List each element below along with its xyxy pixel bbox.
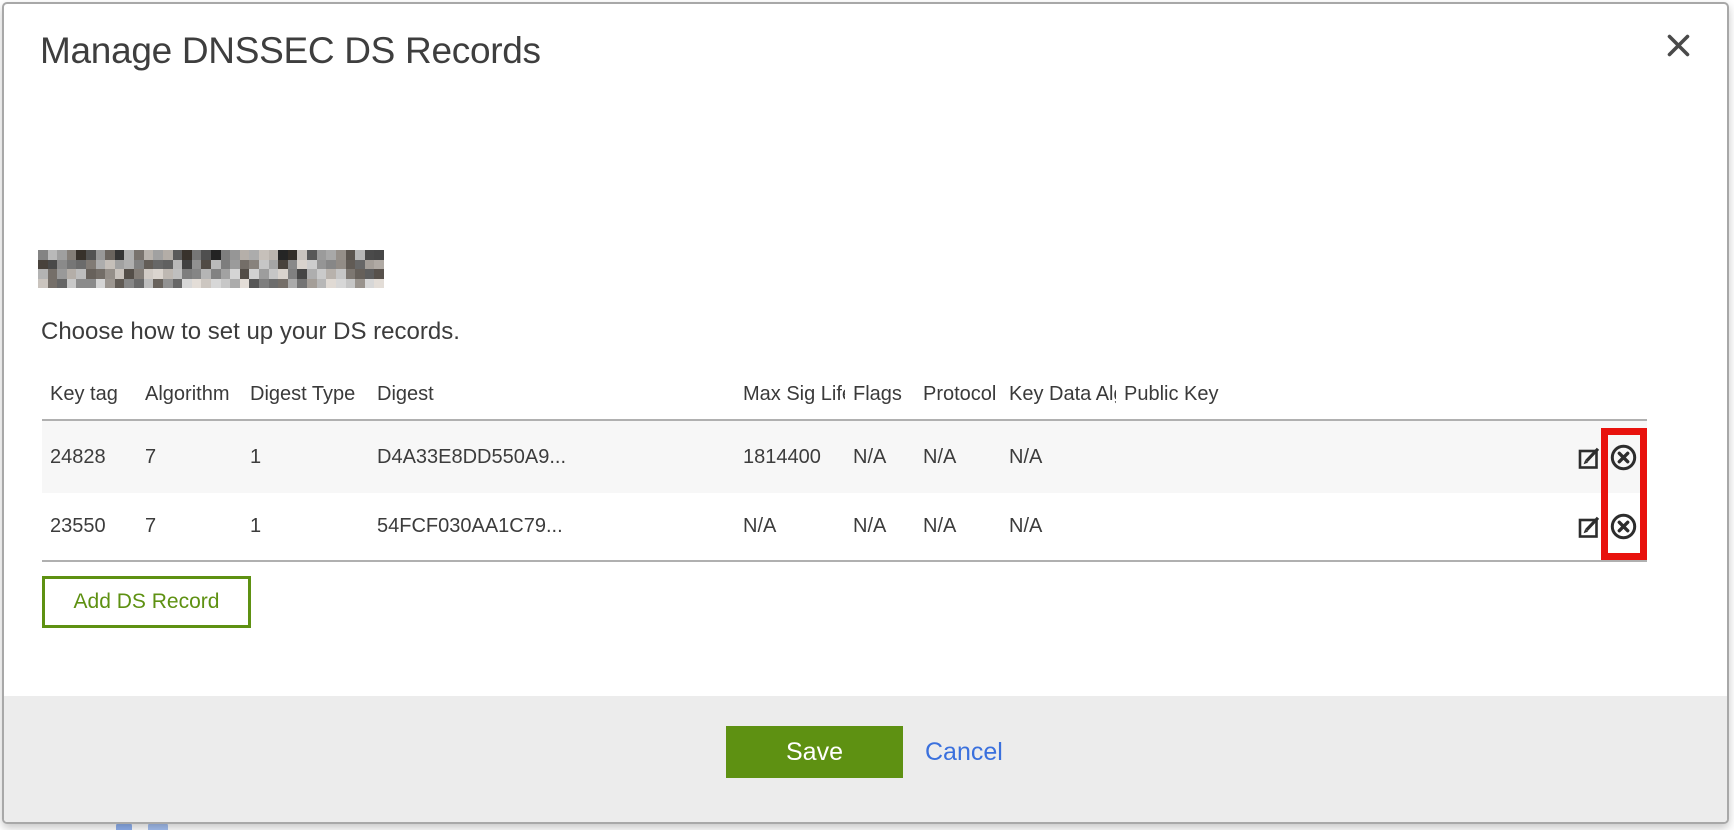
column-header-digest-type: Digest Type xyxy=(242,383,369,406)
cell-flags: N/A xyxy=(845,446,915,469)
cell-key-tag: 23550 xyxy=(42,515,137,538)
remove-record-icon[interactable] xyxy=(1609,443,1638,472)
column-header-digest: Digest xyxy=(369,383,735,406)
edit-record-icon[interactable] xyxy=(1575,443,1604,472)
cancel-link[interactable]: Cancel xyxy=(925,726,1003,778)
cell-key-tag: 24828 xyxy=(42,446,137,469)
column-header-key-data-alg: Key Data Alg xyxy=(1001,383,1116,406)
setup-instruction-text: Choose how to set up your DS records. xyxy=(41,318,460,346)
cell-digest-type: 1 xyxy=(242,515,369,538)
cell-digest: D4A33E8DD550A9... xyxy=(369,446,735,469)
cell-digest-type: 1 xyxy=(242,446,369,469)
cell-protocol: N/A xyxy=(915,446,1001,469)
cell-digest: 54FCF030AA1C79... xyxy=(369,515,735,538)
column-header-algorithm: Algorithm xyxy=(137,383,242,406)
cell-algorithm: 7 xyxy=(137,446,242,469)
edit-record-icon[interactable] xyxy=(1575,512,1604,541)
cell-flags: N/A xyxy=(845,515,915,538)
domain-name-redacted xyxy=(38,250,384,288)
table-row: 24828 7 1 D4A33E8DD550A9... 1814400 N/A … xyxy=(42,421,1647,493)
cell-max-sig-life: 1814400 xyxy=(735,446,845,469)
cell-protocol: N/A xyxy=(915,515,1001,538)
cell-key-data-alg: N/A xyxy=(1001,446,1116,469)
row-actions xyxy=(1571,443,1647,472)
modal-footer: Save Cancel xyxy=(4,696,1727,822)
column-header-flags: Flags xyxy=(845,383,915,406)
manage-dnssec-modal: Manage DNSSEC DS Records Choose how to s… xyxy=(2,2,1729,824)
add-ds-record-button[interactable]: Add DS Record xyxy=(42,576,251,628)
column-header-key-tag: Key tag xyxy=(42,383,137,406)
table-row: 23550 7 1 54FCF030AA1C79... N/A N/A N/A … xyxy=(42,493,1647,562)
column-header-max-sig-life: Max Sig Life xyxy=(735,383,845,406)
table-header-row: Key tag Algorithm Digest Type Digest Max… xyxy=(42,362,1647,421)
cell-algorithm: 7 xyxy=(137,515,242,538)
cell-max-sig-life: N/A xyxy=(735,515,845,538)
ds-records-table: Key tag Algorithm Digest Type Digest Max… xyxy=(42,362,1647,562)
close-icon[interactable] xyxy=(1661,28,1695,62)
remove-record-icon[interactable] xyxy=(1609,512,1638,541)
page-title: Manage DNSSEC DS Records xyxy=(40,30,541,72)
column-header-public-key: Public Key xyxy=(1116,383,1571,406)
save-button[interactable]: Save xyxy=(726,726,903,778)
cell-key-data-alg: N/A xyxy=(1001,515,1116,538)
column-header-protocol: Protocol xyxy=(915,383,1001,406)
row-actions xyxy=(1571,512,1647,541)
